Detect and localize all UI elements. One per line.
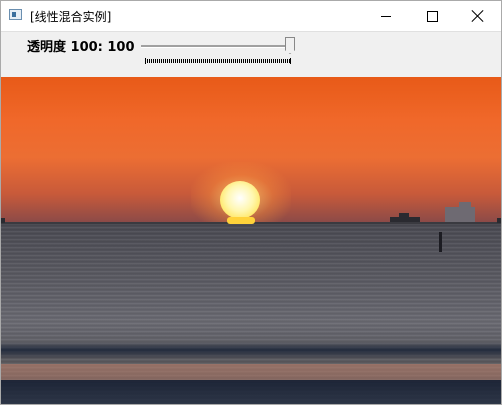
post-in-water: [439, 232, 442, 252]
trackbar-tick-end: [290, 58, 291, 64]
app-window-icon[interactable]: [9, 9, 22, 20]
sun: [220, 181, 260, 219]
minimize-icon: [381, 15, 391, 17]
sunset-over-sea-image: [1, 77, 501, 404]
close-button[interactable]: [455, 1, 501, 31]
rock: [1, 218, 5, 223]
wave-band: [1, 342, 501, 358]
trackbar-ticks: [145, 59, 291, 63]
trackbar-track[interactable]: [141, 45, 291, 48]
minimize-button[interactable]: [363, 1, 409, 31]
maximize-button[interactable]: [409, 1, 455, 31]
trackbar-label: 透明度 100: 100: [27, 40, 135, 55]
wave-band: [1, 380, 501, 404]
ship: [445, 207, 475, 222]
boat: [390, 217, 420, 222]
window-title: [线性混合实例]: [30, 10, 112, 24]
trackbar-thumb[interactable]: [285, 37, 295, 54]
maximize-icon: [426, 10, 438, 22]
rock: [497, 218, 501, 223]
trackbar-tick-start: [145, 58, 146, 64]
sun-reflection: [227, 217, 255, 224]
app-window: [线性混合实例] 透明度 100: 100: [0, 0, 502, 405]
close-icon: [472, 10, 484, 22]
title-bar[interactable]: [线性混合实例]: [1, 1, 501, 31]
trackbar-panel: 透明度 100: 100: [1, 31, 501, 78]
